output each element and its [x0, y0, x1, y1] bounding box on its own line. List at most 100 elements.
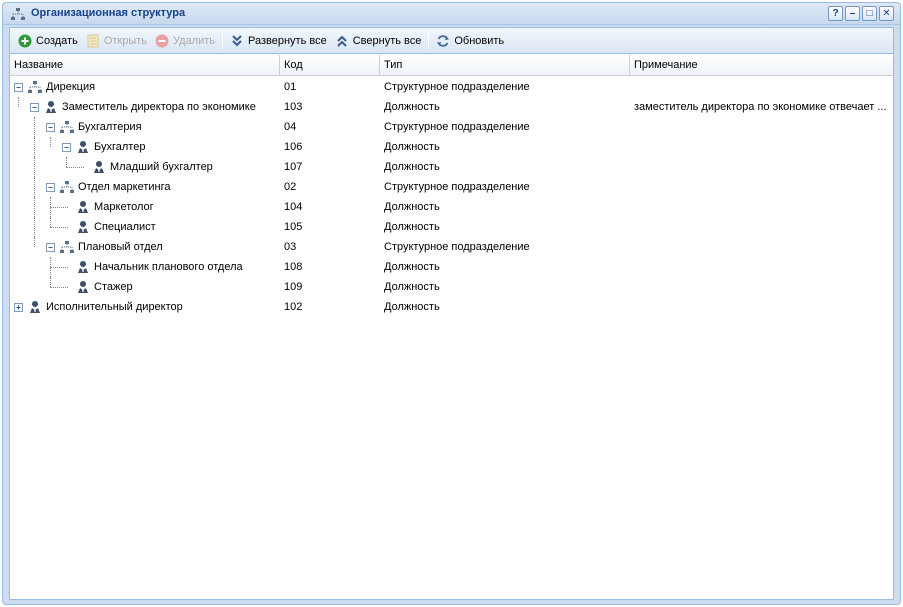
plus-circle-icon	[18, 34, 32, 47]
tree-row[interactable]: − Плановый отдел 03 Структурное подразделен…	[10, 237, 893, 257]
toolbar: Создать Открыть Удалить Развернуть все С…	[10, 28, 893, 54]
minus-circle-icon	[155, 34, 169, 47]
collapse-toggle-icon[interactable]: −	[14, 83, 23, 92]
grid-header: Название Код Тип Примечание	[10, 55, 893, 76]
tree-guide-line	[34, 197, 35, 217]
collapse-toggle-icon[interactable]: −	[46, 243, 55, 252]
cell-type: Должность	[384, 301, 440, 313]
tree-row[interactable]: Младший бухгалтер 107 Должность	[10, 157, 893, 177]
cell-code: 103	[284, 101, 303, 113]
tree-node-label: Стажер	[94, 281, 133, 293]
tree-guide-line	[50, 227, 68, 228]
tree-node-label: Исполнительный директор	[46, 301, 183, 313]
tree-node-label: Специалист	[94, 221, 156, 233]
tree-row[interactable]: Маркетолог 104 Должность	[10, 197, 893, 217]
cell-code: 01	[284, 81, 297, 93]
toolbar-separator	[222, 32, 224, 49]
open-button-label: Открыть	[103, 34, 148, 47]
collapse-all-label: Свернуть все	[352, 34, 422, 47]
cell-note	[634, 237, 890, 257]
tree-row[interactable]: + Исполнительный директор 102 Должность	[10, 297, 893, 317]
column-header-type[interactable]: Тип	[380, 55, 630, 76]
tree-row[interactable]: − Заместитель директора по экономике 103 До…	[10, 97, 893, 117]
cell-type: Должность	[384, 141, 440, 153]
document-icon	[87, 34, 99, 47]
tree-row[interactable]: − Дирекция 01 Структурное подразделение	[10, 77, 893, 97]
cell-code: 107	[284, 161, 303, 173]
window-titlebar[interactable]: Организационная структура ? – □ ✕	[3, 3, 900, 25]
tree-guide-line	[34, 177, 35, 197]
cell-note: заместитель директора по экономике отвеч…	[634, 101, 887, 113]
tree-row[interactable]: − Бухгалтер 106 Должность	[10, 137, 893, 157]
tree-row[interactable]: Стажер 109 Должность	[10, 277, 893, 297]
collapse-toggle-icon[interactable]: −	[30, 103, 39, 112]
cell-type: Должность	[384, 161, 440, 173]
tree-row[interactable]: − Отдел маркетинга 02 Структурное подраздел…	[10, 177, 893, 197]
help-button[interactable]: ?	[828, 6, 843, 21]
double-chevron-up-icon	[337, 35, 347, 47]
cell-name: Начальник планового отдела	[10, 257, 278, 277]
collapse-toggle-icon[interactable]: −	[62, 143, 71, 152]
cell-type: Должность	[384, 281, 440, 293]
refresh-button[interactable]: Обновить	[432, 30, 508, 52]
cell-note	[634, 157, 890, 177]
tree-guide-line	[66, 157, 67, 167]
expand-toggle-icon[interactable]: +	[14, 303, 23, 312]
cell-name: − Бухгалтер	[10, 137, 278, 157]
column-header-name[interactable]: Название	[10, 55, 280, 76]
tree-node-label: Заместитель директора по экономике	[62, 101, 256, 113]
org-structure-icon	[11, 8, 25, 20]
cell-type: Структурное подразделение	[384, 181, 530, 193]
create-button-label: Создать	[36, 34, 78, 47]
cell-name: + Исполнительный директор	[10, 297, 278, 317]
tree-row[interactable]: − Бухгалтерия 04 Структурное подразделение	[10, 117, 893, 137]
cell-name: Специалист	[10, 217, 278, 237]
window-controls: ? – □ ✕	[828, 6, 894, 21]
tree-node-label: Маркетолог	[94, 201, 154, 213]
cell-note	[634, 217, 890, 237]
tree-node-label: Отдел маркетинга	[78, 181, 171, 193]
cell-code: 105	[284, 221, 303, 233]
open-button[interactable]: Открыть	[82, 30, 151, 52]
maximize-button[interactable]: □	[862, 6, 877, 21]
cell-code: 102	[284, 301, 303, 313]
cell-code: 108	[284, 261, 303, 273]
cell-name: Стажер	[10, 277, 278, 297]
cell-type: Должность	[384, 261, 440, 273]
cell-code: 02	[284, 181, 297, 193]
cell-type: Структурное подразделение	[384, 121, 530, 133]
tree-guide-line	[50, 277, 51, 287]
cell-name: − Отдел маркетинга	[10, 177, 278, 197]
expand-all-label: Развернуть все	[248, 34, 327, 47]
tree-grid-panel: Создать Открыть Удалить Развернуть все С…	[9, 27, 894, 600]
delete-button-label: Удалить	[173, 34, 216, 47]
tree-row[interactable]: Начальник планового отдела 108 Должность	[10, 257, 893, 277]
tree-node-label: Дирекция	[46, 81, 96, 93]
cell-type: Структурное подразделение	[384, 241, 530, 253]
cell-name: − Плановый отдел	[10, 237, 278, 257]
expand-all-button[interactable]: Развернуть все	[226, 30, 331, 52]
tree-guide-line	[66, 167, 84, 168]
cell-name: − Бухгалтерия	[10, 117, 278, 137]
minimize-button[interactable]: –	[845, 6, 860, 21]
tree-guide-line	[34, 237, 35, 247]
tree-rows: − Дирекция 01 Структурное подразделение − Зам…	[10, 77, 893, 317]
tree-guide-line	[34, 157, 35, 177]
close-button[interactable]: ✕	[879, 6, 894, 21]
delete-button[interactable]: Удалить	[151, 30, 219, 52]
toolbar-separator	[428, 32, 430, 49]
org-structure-window: Организационная структура ? – □ ✕ Создат…	[2, 2, 901, 605]
collapse-toggle-icon[interactable]: −	[46, 123, 55, 132]
tree-row[interactable]: Специалист 105 Должность	[10, 217, 893, 237]
cell-note	[634, 297, 890, 317]
collapse-toggle-icon[interactable]: −	[46, 183, 55, 192]
tree-guide-line	[50, 267, 68, 268]
column-header-note[interactable]: Примечание	[630, 55, 893, 76]
cell-note	[634, 117, 890, 137]
cell-note	[634, 137, 890, 157]
create-button[interactable]: Создать	[14, 30, 82, 52]
collapse-all-button[interactable]: Свернуть все	[331, 30, 426, 52]
tree-guide-line	[34, 217, 35, 237]
tree-guide-line	[34, 117, 35, 137]
column-header-code[interactable]: Код	[280, 55, 380, 76]
